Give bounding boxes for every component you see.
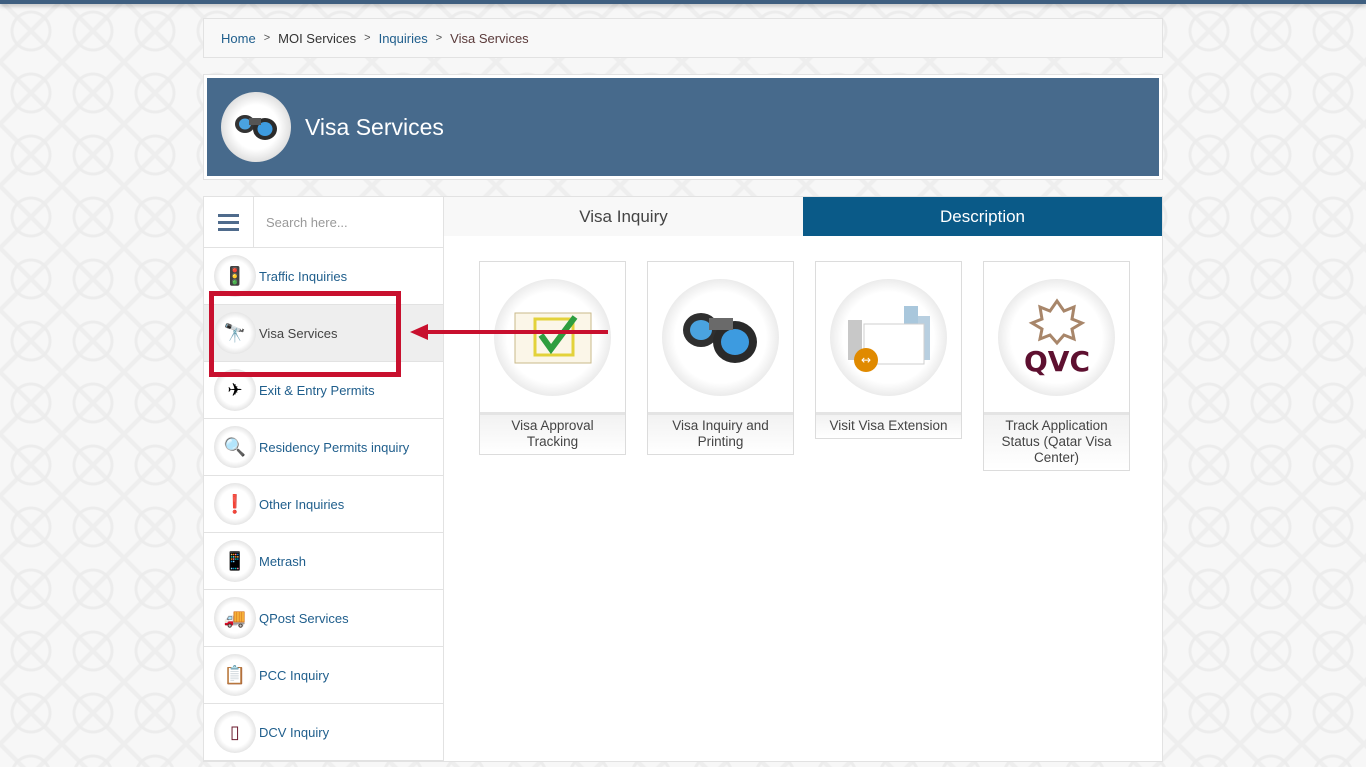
card-label: Visa Approval Tracking xyxy=(480,412,625,454)
hamburger-icon-bar xyxy=(218,228,239,231)
binoculars-icon xyxy=(662,278,779,396)
sidebar-item-traffic-inquiries[interactable]: 🚦 Traffic Inquiries xyxy=(204,248,443,305)
sidebar-item-dcv-inquiry[interactable]: ▯ DCV Inquiry xyxy=(204,704,443,761)
magnifier-document-icon: 🔍 xyxy=(214,426,256,468)
card-visit-visa-extension[interactable]: ↔ Visit Visa Extension xyxy=(815,261,962,439)
airplane-icon: ✈ xyxy=(214,369,256,411)
breadcrumb-separator: > xyxy=(364,32,371,44)
dcv-logo-icon: ▯ xyxy=(214,711,256,753)
sidebar-item-label: Traffic Inquiries xyxy=(259,268,348,284)
visa-approval-check-icon xyxy=(494,278,611,396)
visa-extension-icon: ↔ xyxy=(830,278,947,396)
sidebar-item-label: Residency Permits inquiry xyxy=(259,439,410,455)
card-image xyxy=(480,262,625,412)
breadcrumb-current: Visa Services xyxy=(450,30,529,46)
sidebar-item-pcc-inquiry[interactable]: 📋 PCC Inquiry xyxy=(204,647,443,704)
breadcrumb: Home > MOI Services > Inquiries > Visa S… xyxy=(203,18,1163,58)
svg-text:QVC: QVC xyxy=(1023,345,1089,377)
sidebar-item-label: Visa Services xyxy=(259,325,338,341)
breadcrumb-home[interactable]: Home xyxy=(221,31,256,46)
card-visa-inquiry-printing[interactable]: Visa Inquiry and Printing xyxy=(647,261,794,455)
qvc-logo-icon: QVC xyxy=(998,278,1115,396)
tab-description[interactable]: Description xyxy=(803,197,1162,236)
sidebar-item-label: Other Inquiries xyxy=(259,496,345,512)
certificate-icon: 📋 xyxy=(214,654,256,696)
breadcrumb-inquiries[interactable]: Inquiries xyxy=(379,31,428,46)
sidebar-item-other-inquiries[interactable]: ❗ Other Inquiries xyxy=(204,476,443,533)
tab-visa-inquiry[interactable]: Visa Inquiry xyxy=(444,197,803,236)
sidebar-item-label: QPost Services xyxy=(259,610,349,626)
svg-text:↔: ↔ xyxy=(860,353,870,367)
card-image xyxy=(648,262,793,412)
card-image: ↔ xyxy=(816,262,961,412)
metrash-icon: 📱 xyxy=(214,540,256,582)
hamburger-icon-bar xyxy=(218,214,239,217)
service-cards: Visa Approval Tracking Visa Inquiry and … xyxy=(479,261,1130,471)
sidebar-item-qpost-services[interactable]: 🚚 QPost Services xyxy=(204,590,443,647)
exclamation-bubble-icon: ❗ xyxy=(214,483,256,525)
breadcrumb-separator: > xyxy=(263,32,271,44)
sidebar-item-residency-permits[interactable]: 🔍 Residency Permits inquiry xyxy=(204,419,443,476)
sidebar-item-metrash[interactable]: 📱 Metrash xyxy=(204,533,443,590)
sidebar-item-label: PCC Inquiry xyxy=(259,667,330,683)
sidebar-item-label: Exit & Entry Permits xyxy=(259,382,375,398)
top-bar xyxy=(0,0,1366,4)
delivery-van-icon: 🚚 xyxy=(214,597,256,639)
card-visa-approval-tracking[interactable]: Visa Approval Tracking xyxy=(479,261,626,455)
page-title: Visa Services xyxy=(305,113,444,140)
sidebar: 🚦 Traffic Inquiries 🔭 Visa Services ✈ Ex… xyxy=(203,196,444,762)
sidebar-item-exit-entry-permits[interactable]: ✈ Exit & Entry Permits xyxy=(204,362,443,419)
binoculars-icon: 🔭 xyxy=(214,312,256,354)
traffic-light-icon: 🚦 xyxy=(214,255,256,297)
sidebar-item-label: Metrash xyxy=(259,553,306,569)
card-image: QVC xyxy=(984,262,1129,412)
card-track-application-status-qvc[interactable]: QVC Track Application Status (Qatar Visa… xyxy=(983,261,1130,471)
menu-toggle-button[interactable] xyxy=(204,197,254,248)
tab-bar: Visa Inquiry Description xyxy=(444,197,1162,236)
card-label: Visa Inquiry and Printing xyxy=(648,412,793,454)
banner-inner: Visa Services xyxy=(207,78,1159,176)
card-label: Visit Visa Extension xyxy=(816,412,961,438)
page-banner: Visa Services xyxy=(203,74,1163,180)
binoculars-icon xyxy=(221,92,291,162)
main-content: Visa Inquiry Description Visa Approval T… xyxy=(444,196,1163,762)
sidebar-item-label: DCV Inquiry xyxy=(259,724,330,740)
sidebar-header xyxy=(204,197,443,248)
sidebar-item-visa-services[interactable]: 🔭 Visa Services xyxy=(204,305,443,362)
breadcrumb-moi-services: MOI Services xyxy=(278,30,357,46)
hamburger-icon-bar xyxy=(218,221,239,224)
card-label: Track Application Status (Qatar Visa Cen… xyxy=(984,412,1129,470)
breadcrumb-separator: > xyxy=(435,32,443,44)
search-input[interactable] xyxy=(254,197,443,247)
